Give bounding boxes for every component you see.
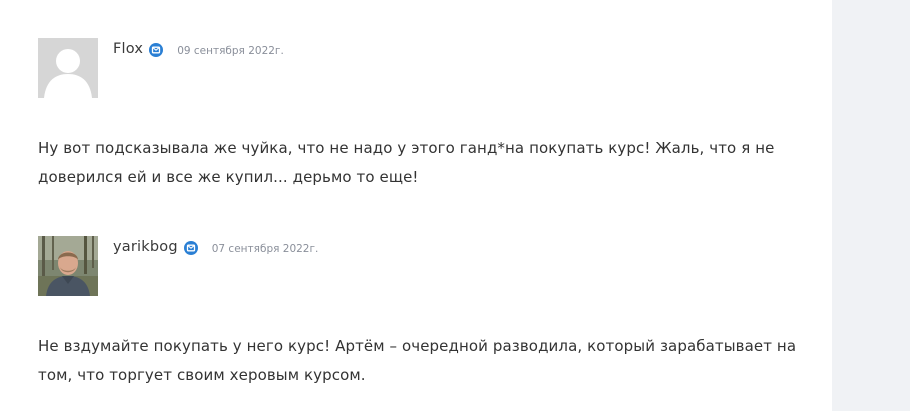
- comment-text: Ну вот подсказывала же чуйка, что не над…: [38, 139, 775, 186]
- default-user-avatar-icon: [38, 38, 98, 98]
- avatar: [38, 38, 98, 98]
- verified-badge-icon: [183, 240, 198, 255]
- comment-text: Не вздумайте покупать у него курс! Артём…: [38, 337, 797, 384]
- avatar: [38, 236, 98, 296]
- verified-badge-icon: [149, 42, 164, 57]
- comment-date: 07 сентября 2022г.: [211, 242, 319, 255]
- comment-author: Flox 09 сентября 2022г.: [113, 40, 284, 58]
- sidebar-gutter: [832, 0, 910, 411]
- comment-author: yarikbog 07 сентября 2022г.: [113, 238, 318, 256]
- author-name[interactable]: yarikbog: [113, 239, 178, 255]
- user-photo-avatar-icon: [38, 236, 98, 296]
- comment-date: 09 сентября 2022г.: [177, 44, 284, 57]
- comments-page: Flox 09 сентября 2022г. Ну вот подсказыв…: [0, 0, 910, 411]
- author-name[interactable]: Flox: [113, 41, 143, 57]
